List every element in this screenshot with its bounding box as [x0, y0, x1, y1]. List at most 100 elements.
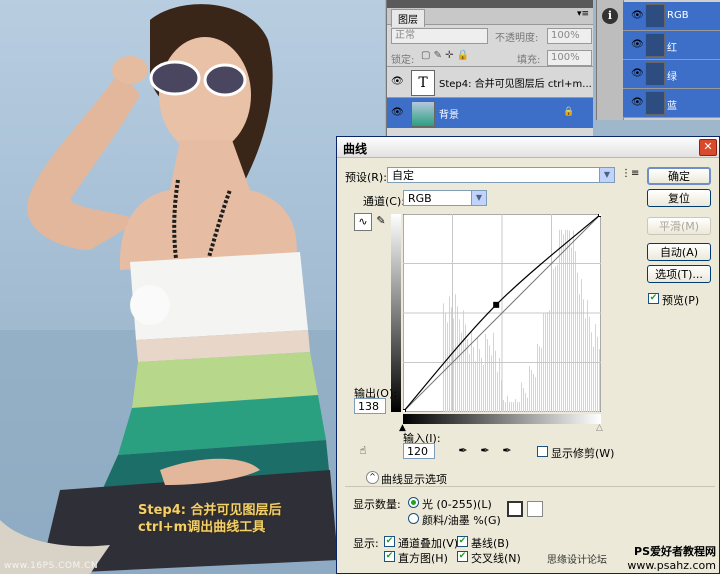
chevron-up-icon[interactable]: ^: [366, 471, 379, 484]
histogram-bar: [585, 318, 586, 412]
channel-name: 红: [667, 43, 677, 54]
histogram-bar: [517, 402, 518, 412]
baseline-checkbox[interactable]: ✔: [457, 536, 468, 547]
opacity-field[interactable]: 100%: [547, 28, 592, 44]
layers-tab-strip: 图层 ▾≡: [387, 8, 593, 27]
tab-layers[interactable]: 图层: [391, 9, 425, 27]
histogram-bar: [565, 229, 566, 412]
histogram-bar: [581, 279, 582, 412]
channel-name: 绿: [667, 72, 677, 83]
histogram-bar: [599, 349, 600, 412]
histogram-bar: [515, 399, 516, 412]
fill-value: 100%: [551, 52, 580, 63]
curve-control-point[interactable]: [598, 214, 602, 217]
curve-control-point[interactable]: [493, 301, 500, 308]
channel-row-rgb[interactable]: 👁 RGB: [623, 2, 720, 31]
panel-menu-icon[interactable]: ▾≡: [577, 9, 589, 19]
histogram-bar: [523, 387, 524, 412]
curves-dialog: 曲线 ✕ 预设(R): 自定 ▼ ⋮≡ 通道(C): RGB ▼ 确定 复位 平…: [336, 136, 720, 574]
histogram-bar: [467, 339, 468, 412]
light-radio[interactable]: [408, 497, 419, 508]
histogram-bar: [577, 272, 578, 412]
curve-point-tool-icon[interactable]: ∿: [354, 213, 372, 231]
hand-adjust-icon[interactable]: ☝: [355, 443, 371, 459]
channel-row-red[interactable]: 👁 红: [623, 31, 720, 60]
auto-button[interactable]: 自动(A): [647, 243, 711, 261]
input-field[interactable]: 120: [403, 443, 435, 459]
pigment-radio[interactable]: [408, 513, 419, 524]
histogram-checkbox[interactable]: ✔: [384, 551, 395, 562]
options-button[interactable]: 选项(T)...: [647, 265, 711, 283]
histogram-bar: [521, 382, 522, 412]
channel-thumbnail: [645, 33, 665, 57]
eye-icon[interactable]: 👁: [631, 97, 644, 108]
info-icon[interactable]: i: [602, 8, 618, 24]
fill-field[interactable]: 100%: [547, 50, 592, 66]
white-eyedropper-icon[interactable]: ✒: [499, 443, 515, 459]
histogram-bar: [477, 337, 478, 412]
histogram-bar: [513, 402, 514, 412]
show-label: 显示:: [353, 537, 379, 550]
eye-icon[interactable]: 👁: [631, 68, 644, 79]
layer-row-text[interactable]: 👁 T Step4: 合并可见图层后 ctrl+m...: [387, 66, 593, 97]
preview-checkbox[interactable]: ✔: [648, 293, 659, 304]
show-clipping-label: 显示修剪(W): [551, 447, 615, 460]
eye-icon[interactable]: 👁: [631, 39, 644, 50]
watermark-site-cn: 思缘设计论坛: [547, 555, 607, 566]
fill-label: 填充:: [517, 55, 541, 66]
histogram-bar: [481, 357, 482, 412]
histogram-bar: [527, 397, 528, 412]
histogram-bar: [497, 371, 498, 412]
eye-icon[interactable]: 👁: [391, 76, 404, 87]
layer-row-background[interactable]: 👁 背景 🔒: [387, 97, 593, 128]
dialog-titlebar[interactable]: 曲线 ✕: [337, 137, 719, 158]
channel-select[interactable]: RGB ▼: [403, 190, 487, 206]
intersection-checkbox[interactable]: ✔: [457, 551, 468, 562]
caption-line-1: Step4: 合并可见图层后: [138, 503, 282, 518]
histogram-label: 直方图(H): [398, 552, 448, 565]
smooth-button[interactable]: 平滑(M): [647, 217, 711, 235]
reset-button[interactable]: 复位: [647, 189, 711, 207]
close-button[interactable]: ✕: [699, 139, 717, 156]
channel-thumbnail: [645, 91, 665, 115]
detailed-grid-icon[interactable]: [527, 501, 543, 517]
channel-thumbnail: [645, 62, 665, 86]
preset-label: 预设(R):: [345, 171, 387, 184]
output-field[interactable]: 138: [354, 398, 386, 414]
simple-grid-icon[interactable]: [507, 501, 523, 517]
histogram-bar: [583, 299, 584, 412]
white-point-slider-icon[interactable]: △: [596, 423, 603, 433]
histogram-bar: [457, 306, 458, 412]
histogram-bar: [509, 402, 510, 412]
curve-control-point[interactable]: [403, 409, 406, 413]
baseline-label: 基线(B): [471, 537, 510, 550]
channel-row-blue[interactable]: 👁 蓝: [623, 89, 720, 118]
curves-graph[interactable]: [403, 214, 601, 412]
opacity-label: 不透明度:: [495, 33, 539, 44]
blend-mode-select[interactable]: 正常: [391, 28, 488, 44]
channel-row-green[interactable]: 👁 绿: [623, 60, 720, 89]
chevron-down-icon: ▼: [471, 191, 486, 205]
black-eyedropper-icon[interactable]: ✒: [455, 443, 471, 459]
photo-caption: Step4: 合并可见图层后 ctrl+m调出曲线工具: [138, 502, 281, 536]
histogram-bar: [537, 343, 538, 412]
histogram-bar: [483, 364, 484, 412]
histogram-bar: [559, 229, 560, 412]
preset-options-icon[interactable]: ⋮≡: [621, 168, 639, 179]
lock-icons[interactable]: ▢ ✎ ✛ 🔒: [421, 50, 469, 61]
eye-icon[interactable]: 👁: [391, 107, 404, 118]
histogram-bar: [539, 346, 540, 412]
channel-thumbnail: [645, 4, 665, 28]
histogram-bar: [529, 365, 530, 412]
eye-icon[interactable]: 👁: [631, 10, 644, 21]
ok-button[interactable]: 确定: [647, 167, 711, 185]
gray-eyedropper-icon[interactable]: ✒: [477, 443, 493, 459]
histogram-bar: [549, 310, 550, 412]
pencil-tool-icon[interactable]: ✎: [373, 213, 389, 229]
histogram-bar: [541, 348, 542, 412]
preset-select[interactable]: 自定 ▼: [387, 167, 615, 183]
channel-overlay-checkbox[interactable]: ✔: [384, 536, 395, 547]
divider: [345, 486, 715, 487]
show-clipping-checkbox[interactable]: [537, 446, 548, 457]
panel-grip-bar[interactable]: [387, 0, 593, 8]
